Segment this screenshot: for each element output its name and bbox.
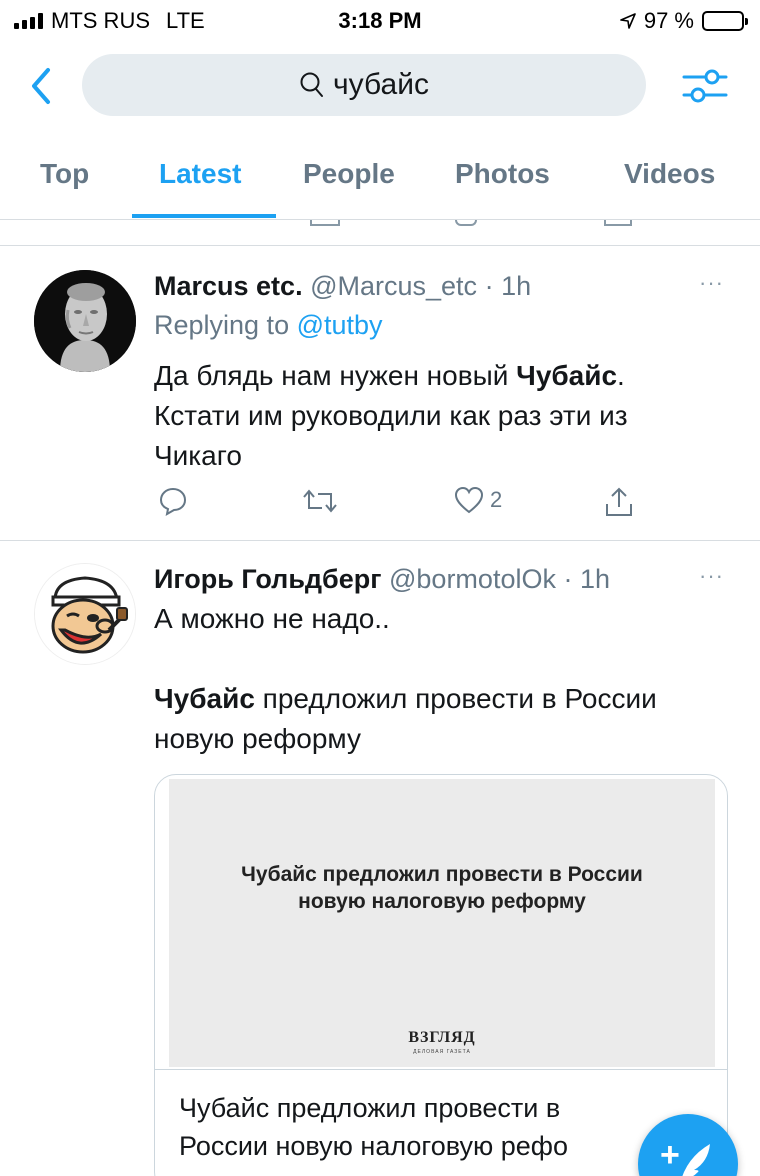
tweet-text-line: новую реформу	[154, 723, 361, 754]
tweet[interactable]: Marcus etc. @Marcus_etc · 1h ··· Replyin…	[0, 246, 760, 541]
tweet-text: Да блядь нам нужен новый Чубайс. Кстати …	[154, 356, 734, 476]
share-button[interactable]	[604, 486, 634, 518]
publisher-logo: ВЗГЛЯД	[408, 1029, 476, 1046]
battery-percent: 97 %	[643, 8, 694, 33]
search-header: чубайс	[0, 48, 760, 124]
heart-icon	[454, 486, 484, 514]
location-arrow-icon	[620, 13, 636, 29]
compose-tweet-button[interactable]: +	[638, 1114, 738, 1176]
tweet-actions: 2	[154, 486, 654, 526]
tweet-time: 1h	[580, 564, 611, 594]
tweet-text-part: предложил провести в России	[254, 683, 657, 714]
meta-separator: ·	[484, 271, 494, 301]
bust-portrait-image	[34, 270, 136, 372]
more-options-icon[interactable]: ···	[699, 270, 724, 296]
search-term-highlight: Чубайс	[154, 683, 255, 714]
tweet-text-line: А можно не надо..	[154, 603, 390, 634]
search-input[interactable]: чубайс	[82, 54, 646, 116]
search-icon	[300, 72, 324, 97]
search-tabs: Top Latest People Photos Videos	[0, 136, 760, 220]
tab-latest[interactable]: Latest	[159, 158, 241, 190]
replying-prefix: Replying to	[154, 310, 290, 340]
heart-icon[interactable]	[455, 220, 477, 226]
tweet-text: А можно не надо.. Чубайс предложил прове…	[154, 599, 734, 759]
more-options-icon[interactable]: ···	[699, 563, 724, 589]
reply-button[interactable]	[158, 486, 188, 516]
chevron-left-icon[interactable]	[24, 64, 60, 108]
search-query: чубайс	[333, 68, 429, 101]
tweet-text-line: Чикаго	[154, 440, 242, 471]
retweet-icon	[303, 489, 337, 513]
compose-feather-icon: +	[660, 1136, 710, 1176]
previous-tweet-actions	[0, 220, 760, 246]
tweet-text-line: Кстати им руководили как раз эти из	[154, 400, 628, 431]
plus-sign: +	[660, 1136, 680, 1174]
tab-photos[interactable]: Photos	[455, 158, 550, 190]
avatar[interactable]	[34, 270, 136, 372]
share-icon	[606, 487, 632, 516]
status-right: 97 %	[620, 8, 748, 34]
like-button[interactable]: 2	[454, 486, 502, 514]
card-divider	[155, 1069, 727, 1070]
avatar[interactable]	[34, 563, 136, 665]
retweet-icon[interactable]	[310, 220, 340, 226]
tweet-text-line: Да блядь нам нужен новый Чубайс.	[154, 356, 734, 396]
battery-icon	[702, 11, 748, 31]
cartoon-sailor-image	[35, 564, 135, 664]
search-term-highlight: Чубайс	[516, 360, 618, 391]
reply-icon	[159, 487, 187, 516]
like-count: 2	[490, 487, 503, 512]
card-title-line: России новую налоговую рефо	[179, 1131, 568, 1161]
publisher-logo-subtitle: ДЕЛОВАЯ ГАЗЕТА	[413, 1049, 471, 1055]
author-handle[interactable]: @bormotolOk	[389, 564, 556, 594]
author-handle[interactable]: @Marcus_etc	[310, 271, 477, 301]
tweet-text-part: .	[617, 360, 625, 391]
sliders-icon[interactable]	[682, 64, 728, 108]
card-title: Чубайс предложил провести в России новую…	[179, 1089, 639, 1165]
tab-videos[interactable]: Videos	[624, 158, 715, 190]
active-tab-indicator	[132, 214, 276, 218]
retweet-button[interactable]	[302, 486, 338, 516]
tweet-text-part: Да блядь нам нужен новый	[154, 360, 517, 391]
share-icon[interactable]	[604, 220, 632, 226]
card-image: Чубайс предложил провести в России новую…	[169, 779, 715, 1067]
card-image-headline: Чубайс предложил провести в России новую…	[241, 863, 643, 913]
tweet-header: Marcus etc. @Marcus_etc · 1h	[154, 271, 531, 302]
replying-to-link[interactable]: @tutby	[297, 310, 383, 340]
tweet-header: Игорь Гольдберг @bormotolOk · 1h	[154, 564, 610, 595]
tab-top[interactable]: Top	[40, 158, 89, 190]
status-bar: MTS RUS LTE 3:18 PM 97 %	[0, 0, 760, 40]
tweet-time: 1h	[501, 271, 532, 301]
meta-separator: ·	[563, 564, 573, 594]
author-name[interactable]: Marcus etc.	[154, 271, 303, 301]
card-title-line: Чубайс предложил провести в	[179, 1093, 561, 1123]
tab-people[interactable]: People	[303, 158, 395, 190]
replying-to: Replying to @tutby	[154, 310, 383, 341]
author-name[interactable]: Игорь Гольдберг	[154, 564, 381, 594]
tweet-text-line: Чубайс предложил провести в России	[154, 679, 734, 719]
